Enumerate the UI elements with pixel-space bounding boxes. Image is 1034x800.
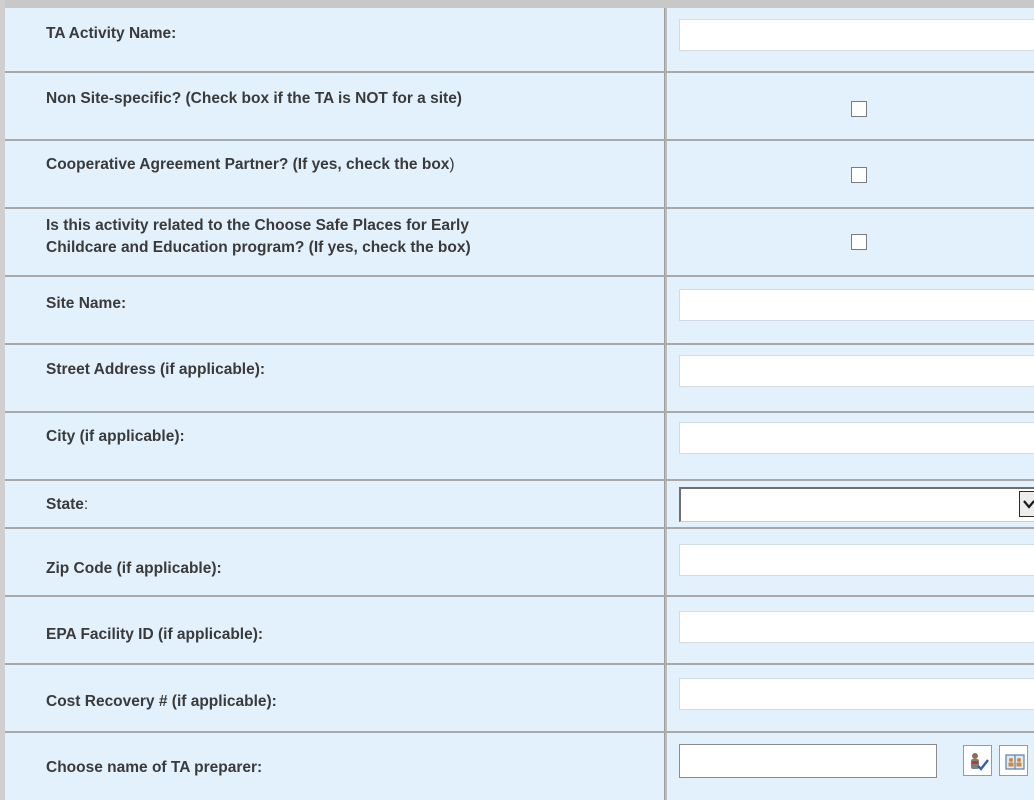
check-names-button[interactable]: [963, 745, 992, 776]
cooperative-partner-label-tail: ): [449, 156, 455, 173]
row-separator: [5, 207, 1034, 209]
row-separator: [5, 139, 1034, 141]
address-book-icon: [1005, 754, 1025, 770]
choose-safe-places-label-line1: Is this activity related to the Choose S…: [46, 217, 469, 234]
browse-button[interactable]: [999, 745, 1028, 776]
non-site-specific-label: Non Site-specific? (Check box if the TA …: [46, 90, 462, 107]
top-border: [5, 0, 1034, 8]
zip-code-label: Zip Code (if applicable):: [46, 560, 222, 577]
ta-preparer-input[interactable]: [679, 744, 937, 778]
state-select[interactable]: [679, 487, 1034, 522]
row-separator: [5, 595, 1034, 597]
ta-activity-name-label: TA Activity Name:: [46, 25, 177, 42]
cooperative-partner-checkbox[interactable]: [851, 167, 867, 183]
chevron-down-icon: [1023, 500, 1034, 509]
row-separator: [5, 411, 1034, 413]
choose-safe-places-label: Is this activity related to the Choose S…: [46, 215, 471, 259]
non-site-specific-checkbox[interactable]: [851, 101, 867, 117]
cost-recovery-label: Cost Recovery # (if applicable):: [46, 693, 277, 710]
choose-safe-places-label-line2: Childcare and Education program? (If yes…: [46, 239, 471, 256]
street-address-label: Street Address (if applicable):: [46, 361, 266, 378]
row-separator: [5, 527, 1034, 529]
row-separator: [5, 71, 1034, 73]
row-separator: [5, 343, 1034, 345]
epa-facility-id-input[interactable]: [679, 611, 1034, 643]
row-separator: [5, 479, 1034, 481]
zip-code-input[interactable]: [679, 544, 1034, 576]
ta-activity-name-input[interactable]: [679, 19, 1034, 51]
site-name-label: Site Name:: [46, 295, 127, 312]
cooperative-partner-label-text: Cooperative Agreement Partner? (If yes, …: [46, 156, 450, 173]
row-separator: [5, 663, 1034, 665]
street-address-input[interactable]: [679, 355, 1034, 387]
ta-preparer-label: Choose name of TA preparer:: [46, 759, 263, 776]
site-name-input[interactable]: [679, 289, 1034, 321]
state-label-tail: :: [83, 496, 89, 513]
cost-recovery-input[interactable]: [679, 678, 1034, 710]
state-select-arrow[interactable]: [1019, 491, 1034, 517]
ta-activity-form: TA Activity Name: Non Site-specific? (Ch…: [0, 0, 1034, 800]
row-separator: [5, 731, 1034, 733]
epa-facility-id-label: EPA Facility ID (if applicable):: [46, 626, 264, 643]
city-input[interactable]: [679, 422, 1034, 454]
column-divider: [664, 8, 667, 800]
state-label-text: State: [46, 496, 84, 513]
cooperative-partner-label: Cooperative Agreement Partner? (If yes, …: [46, 154, 455, 176]
choose-safe-places-checkbox[interactable]: [851, 234, 867, 250]
row-separator: [5, 275, 1034, 277]
check-names-icon: [971, 753, 989, 771]
city-label: City (if applicable):: [46, 428, 185, 445]
state-label: State:: [46, 494, 88, 516]
